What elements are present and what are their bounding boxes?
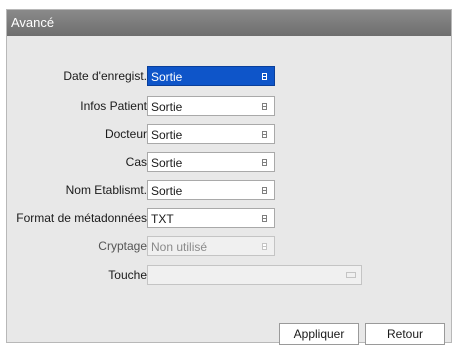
keyboard-icon — [346, 272, 356, 278]
dropdown-icon — [262, 73, 267, 80]
back-button[interactable]: Retour — [365, 323, 445, 345]
cas-label: Cas — [125, 155, 147, 169]
row-cas: Cas Sortie — [7, 152, 453, 172]
dropdown-icon — [262, 103, 267, 110]
touche-input — [147, 265, 362, 285]
row-cryptage: Cryptage Non utilisé — [7, 236, 453, 256]
docteur-select[interactable]: Sortie — [147, 124, 275, 144]
advanced-dialog: Avancé Date d'enregist. Sortie Infos Pat… — [6, 9, 453, 345]
dropdown-icon — [262, 131, 267, 138]
date-enregist-label: Date d'enregist. — [63, 69, 147, 83]
dropdown-icon — [262, 187, 267, 194]
docteur-value: Sortie — [151, 128, 183, 142]
nom-etablismt-label: Nom Etablismt. — [65, 183, 147, 197]
row-format-metadonnees: Format de métadonnées TXT — [7, 208, 453, 228]
infos-patient-select[interactable]: Sortie — [147, 96, 275, 116]
nom-etablismt-select[interactable]: Sortie — [147, 180, 275, 200]
title-bar: Avancé — [7, 10, 451, 36]
dialog-title: Avancé — [11, 15, 55, 30]
touche-label: Touche — [108, 268, 147, 282]
format-metadonnees-select[interactable]: TXT — [147, 208, 275, 228]
infos-patient-label: Infos Patient — [80, 99, 147, 113]
date-enregist-value: Sortie — [151, 70, 183, 84]
cryptage-value: Non utilisé — [151, 240, 208, 254]
dropdown-icon — [262, 159, 267, 166]
docteur-label: Docteur — [104, 127, 147, 141]
cas-value: Sortie — [151, 156, 183, 170]
nom-etablismt-value: Sortie — [151, 184, 183, 198]
cryptage-label: Cryptage — [98, 239, 147, 253]
format-metadonnees-value: TXT — [151, 212, 174, 226]
row-touche: Touche — [7, 265, 453, 285]
row-nom-etablismt: Nom Etablismt. Sortie — [7, 180, 453, 200]
infos-patient-value: Sortie — [151, 100, 183, 114]
date-enregist-select[interactable]: Sortie — [147, 66, 275, 86]
format-metadonnees-label: Format de métadonnées — [16, 211, 147, 225]
dropdown-icon — [262, 215, 267, 222]
dropdown-icon — [262, 243, 267, 250]
cas-select[interactable]: Sortie — [147, 152, 275, 172]
row-date-enregist: Date d'enregist. Sortie — [7, 66, 453, 86]
row-docteur: Docteur Sortie — [7, 124, 453, 144]
row-infos-patient: Infos Patient Sortie — [7, 96, 453, 116]
cryptage-select: Non utilisé — [147, 236, 275, 256]
apply-button[interactable]: Appliquer — [279, 323, 359, 345]
